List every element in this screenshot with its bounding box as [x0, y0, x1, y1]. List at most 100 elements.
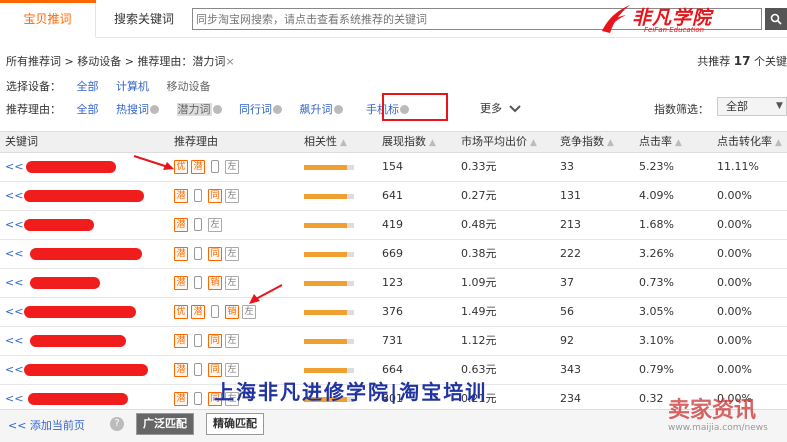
cell-cvr: 0.00% [717, 276, 752, 289]
add-keyword-button[interactable]: << [5, 356, 23, 384]
col-price[interactable]: 市场平均出价 ▲ [461, 132, 537, 152]
reason-tag: 潜 [191, 160, 205, 174]
cell-impressions: 731 [382, 334, 403, 347]
col-impressions[interactable]: 展现指数 ▲ [382, 132, 436, 152]
redacted-keyword [30, 277, 100, 289]
mobile-phone-icon [194, 189, 202, 202]
reason-tag: 潜 [174, 218, 188, 232]
relevance-bar [304, 310, 354, 315]
mobile-phone-icon [211, 305, 219, 318]
redacted-keyword [24, 219, 94, 231]
exact-match-button[interactable]: 精确匹配 [206, 413, 264, 435]
relevance-bar [304, 223, 354, 228]
relevance-bar [304, 252, 354, 257]
add-keyword-button[interactable]: << [5, 153, 23, 181]
reason-tag: 潜 [174, 334, 188, 348]
add-keyword-button[interactable]: << [5, 240, 23, 268]
reason-tag: 潜 [191, 305, 205, 319]
col-cvr-label: 点击转化率 [717, 135, 772, 148]
table-row[interactable]: << 潜 同左 731 1.12元 92 3.10% 0.00% [0, 327, 787, 356]
relevance-bar-fill [304, 165, 347, 170]
reason-tags: 潜左 [174, 218, 222, 233]
reason-tag: 左 [225, 363, 239, 377]
search-icon [770, 13, 782, 25]
col-reason: 推荐理由 [174, 135, 218, 148]
more-label: 更多 [480, 102, 502, 115]
reason-tag: 左 [225, 189, 239, 203]
mobile-phone-icon [194, 392, 202, 405]
tab-search-keywords[interactable]: 搜索关键词 [96, 0, 192, 38]
reason-tag: 左 [225, 276, 239, 290]
cell-impressions: 376 [382, 305, 403, 318]
add-keyword-button[interactable]: << [5, 298, 23, 326]
add-keyword-button[interactable]: << [5, 211, 23, 239]
device-option-pc[interactable]: 计算机 [116, 78, 149, 94]
cell-price: 1.09元 [461, 276, 497, 289]
breadcrumb-close-icon[interactable]: × [225, 55, 234, 68]
cell-ctr: 4.09% [639, 189, 674, 202]
reason-tag: 销 [225, 305, 239, 319]
tab-item-recommend[interactable]: 宝贝推词 [0, 0, 96, 38]
chevron-down-icon [508, 105, 521, 113]
reason-option-hot-label: 热搜词 [116, 103, 149, 116]
cell-cvr: 0.00% [717, 218, 752, 231]
col-cvr[interactable]: 点击转化率 ▲ [717, 132, 782, 152]
reason-option-peer[interactable]: 同行词 [239, 101, 282, 117]
device-option-all[interactable]: 全部 [77, 78, 99, 94]
redacted-keyword [26, 161, 116, 173]
reason-tag: 左 [208, 218, 222, 232]
index-filter-select[interactable]: 全部 ▼ [717, 97, 787, 116]
cell-competition: 56 [560, 305, 574, 318]
col-competition-label: 竞争指数 [560, 135, 604, 148]
add-keyword-button[interactable]: << [5, 269, 23, 297]
reason-option-peer-label: 同行词 [239, 103, 272, 116]
table-row[interactable]: << 优潜 销左 376 1.49元 56 3.05% 0.00% [0, 298, 787, 327]
table-row[interactable]: << 潜 同左 641 0.27元 131 4.09% 0.00% [0, 182, 787, 211]
table-row[interactable]: << 潜 同左 669 0.38元 222 3.26% 0.00% [0, 240, 787, 269]
redacted-keyword [24, 306, 136, 318]
device-filter-label: 选择设备： [6, 80, 61, 93]
reason-option-all[interactable]: 全部 [77, 101, 99, 117]
annotation-arrow-icon [249, 284, 283, 304]
mobile-phone-icon [194, 247, 202, 260]
col-ctr[interactable]: 点击率 ▲ [639, 132, 682, 152]
cell-ctr: 1.68% [639, 218, 674, 231]
breadcrumb-device[interactable]: 移动设备 [77, 55, 121, 68]
cell-ctr: 5.23% [639, 160, 674, 173]
relevance-bar [304, 339, 354, 344]
cell-cvr: 11.11% [717, 160, 759, 173]
watermark-url: www.maijia.com/news [668, 423, 768, 433]
more-button[interactable]: 更多 [480, 100, 521, 116]
broad-match-button[interactable]: 广泛匹配 [136, 413, 194, 435]
relevance-bar [304, 281, 354, 286]
col-relevance[interactable]: 相关性 ▲ [304, 132, 347, 152]
breadcrumb-root[interactable]: 所有推荐词 [6, 55, 61, 68]
redacted-keyword [24, 190, 144, 202]
col-relevance-label: 相关性 [304, 135, 337, 148]
cell-competition: 343 [560, 363, 581, 376]
watermark-text: 上海非凡进修学院|淘宝培训 [214, 380, 488, 404]
help-icon[interactable]: ? [110, 417, 124, 431]
table-row[interactable]: << 优潜 左 154 0.33元 33 5.23% 11.11% [0, 153, 787, 182]
reason-tag: 同 [208, 334, 222, 348]
reason-tag: 同 [208, 247, 222, 261]
table-row[interactable]: << 潜左 419 0.48元 213 1.68% 0.00% [0, 211, 787, 240]
col-competition[interactable]: 竞争指数 ▲ [560, 132, 614, 152]
reason-option-hot[interactable]: 热搜词 [116, 101, 159, 117]
reason-option-potential[interactable]: 潜力词 [176, 101, 222, 117]
search-input[interactable] [193, 9, 593, 29]
add-current-page-button[interactable]: << 添加当前页 [8, 417, 85, 433]
col-ctr-label: 点击率 [639, 135, 672, 148]
table-row[interactable]: << 潜 销左 123 1.09元 37 0.73% 0.00% [0, 269, 787, 298]
add-keyword-button[interactable]: << [5, 182, 23, 210]
device-option-mobile[interactable]: 移动设备 [167, 78, 211, 94]
reason-tags: 潜 销左 [174, 276, 239, 291]
cell-competition: 222 [560, 247, 581, 260]
reason-filter: 推荐理由： 全部 热搜词 潜力词 同行词 飙升词 手机标 [6, 101, 423, 117]
add-keyword-button[interactable]: << [5, 327, 23, 355]
relevance-bar-fill [304, 368, 347, 373]
search-button[interactable] [765, 8, 787, 30]
reason-option-rising[interactable]: 飙升词 [300, 101, 343, 117]
reason-filter-label: 推荐理由： [6, 103, 61, 116]
cell-price: 1.49元 [461, 305, 497, 318]
